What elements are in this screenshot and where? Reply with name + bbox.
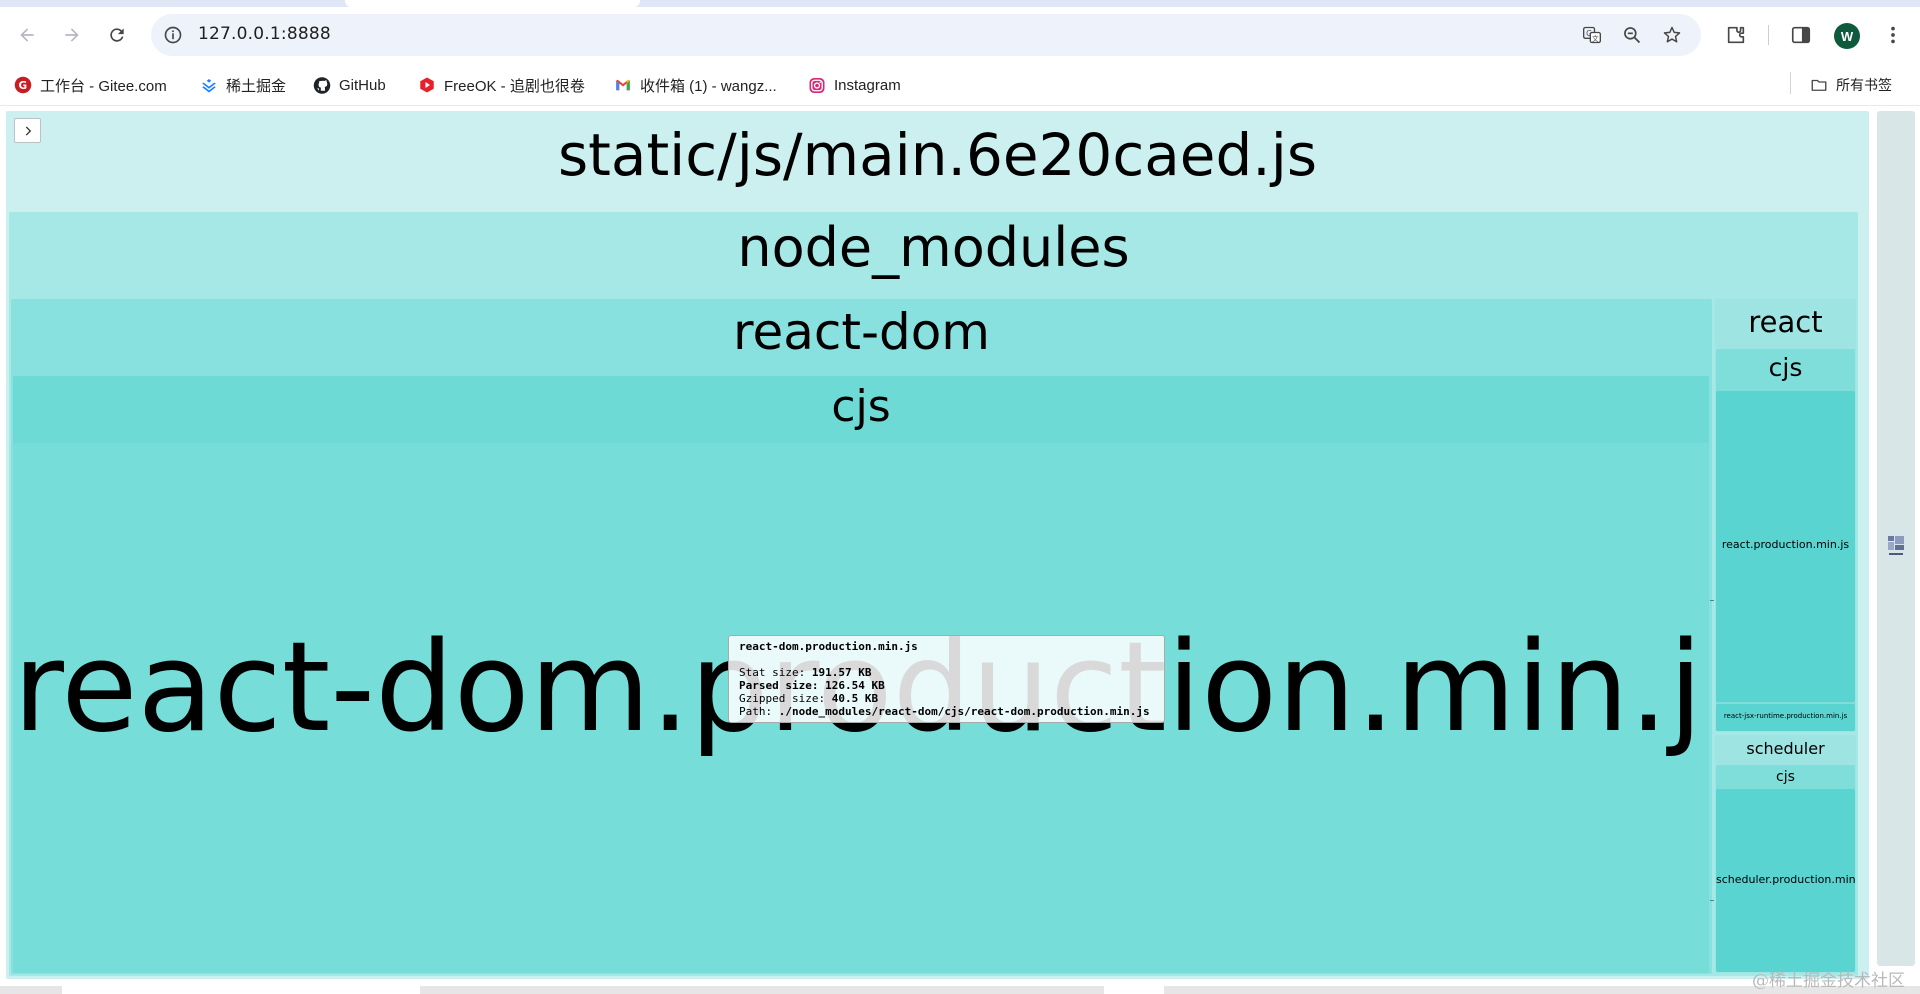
- bookmark-label: 工作台 - Gitee.com: [40, 77, 167, 95]
- bookmark-label: 收件箱 (1) - wangz...: [640, 77, 777, 95]
- url-text[interactable]: 127.0.0.1:8888: [198, 24, 331, 44]
- menu-button[interactable]: [1877, 19, 1909, 51]
- bookmark-gmail[interactable]: 收件箱 (1) - wangz...: [614, 72, 777, 98]
- chunk-label: static/js/main.6e20caed.js: [557, 121, 1318, 189]
- chevron-right-icon: [25, 125, 31, 136]
- profile-avatar[interactable]: W: [1834, 23, 1860, 49]
- translate-button[interactable]: G文: [1578, 21, 1606, 49]
- bookmark-juejin[interactable]: 稀土掘金: [200, 72, 286, 98]
- bookmark-label: Instagram: [834, 76, 901, 94]
- address-bar[interactable]: [151, 14, 1701, 56]
- bookmarks-bar: [0, 64, 1920, 106]
- back-button[interactable]: [9, 17, 45, 53]
- group-label: react-dom: [732, 303, 991, 361]
- svg-text:G: G: [19, 80, 28, 92]
- thumbnail-icon: [1886, 534, 1906, 560]
- tooltip-title: react-dom.production.min.js: [739, 640, 918, 653]
- arrow-left-icon: [20, 28, 34, 42]
- sidebar-toggle-button[interactable]: [14, 118, 41, 143]
- file-react-jsx-runtime[interactable]: react-jsx-runtime.production.min.js: [1716, 704, 1855, 731]
- group-label: cjs: [1776, 769, 1795, 785]
- bookmark-label: 稀土掘金: [226, 77, 287, 95]
- zoom-out-icon: [1624, 27, 1641, 44]
- bookmark-gitee[interactable]: G 工作台 - Gitee.com: [14, 72, 167, 98]
- extensions-button[interactable]: [1720, 19, 1752, 51]
- file-react-production[interactable]: react.production.min.js: [1716, 391, 1855, 702]
- group-label: cjs: [1768, 353, 1803, 382]
- bookmark-star-button[interactable]: [1658, 21, 1686, 49]
- more-vert-icon: [1891, 26, 1895, 44]
- juejin-icon: [200, 76, 218, 94]
- group-label: scheduler: [1746, 739, 1825, 758]
- tab-active[interactable]: [345, 0, 640, 7]
- bookmark-freeok[interactable]: FreeOK - 追剧也很卷: [418, 72, 585, 98]
- toolbar-divider: [1768, 25, 1769, 45]
- tooltip-stat-row: Stat size: 191.57 KB: [739, 666, 872, 679]
- arrow-right-icon: [65, 28, 79, 42]
- file-label: scheduler.production.min.js: [1716, 873, 1855, 886]
- group-label: react: [1748, 305, 1823, 339]
- watermark: @稀土掘金技术社区: [1752, 971, 1905, 991]
- bookmark-label: FreeOK - 追剧也很卷: [444, 77, 585, 95]
- site-info-icon[interactable]: [163, 25, 183, 45]
- gmail-icon: [614, 76, 632, 94]
- star-icon: [1663, 26, 1681, 43]
- zoom-button[interactable]: [1618, 21, 1646, 49]
- side-panel-icon: [1791, 26, 1811, 44]
- reload-button[interactable]: [99, 17, 135, 53]
- side-panel-button[interactable]: [1785, 19, 1817, 51]
- group-label: cjs: [831, 381, 891, 432]
- gitee-icon: G: [14, 76, 32, 94]
- reload-icon: [110, 28, 124, 42]
- bookmarks-divider: [1790, 72, 1791, 94]
- bookmark-label: GitHub: [339, 76, 386, 94]
- freeok-icon: [418, 76, 436, 94]
- bookmark-instagram[interactable]: Instagram: [808, 72, 901, 98]
- tiny-cell-marker: [1710, 900, 1714, 901]
- bookmark-github[interactable]: GitHub: [313, 72, 386, 98]
- treemap-tooltip: react-dom.production.min.js Stat size: 1…: [728, 635, 1165, 723]
- forward-button[interactable]: [54, 17, 90, 53]
- instagram-icon: [808, 76, 826, 94]
- all-bookmarks-label: 所有书签: [1836, 77, 1892, 93]
- tab-strip: [0, 0, 1920, 7]
- file-label: react.production.min.js: [1721, 538, 1850, 551]
- folder-icon: [1810, 76, 1828, 94]
- translate-icon: G文: [1583, 26, 1601, 44]
- tooltip-parsed-row: Parsed size: 126.54 KB: [739, 679, 885, 692]
- file-label: react-jsx-runtime.production.min.js: [1723, 712, 1848, 720]
- tooltip-path-row: Path: ./node_modules/react-dom/cjs/react…: [739, 705, 1150, 718]
- tiny-cell-marker: [1710, 600, 1714, 601]
- github-icon: [313, 76, 331, 94]
- all-bookmarks-button[interactable]: 所有书签: [1810, 72, 1892, 98]
- group-label: node_modules: [737, 216, 1130, 279]
- bottom-thumbnail: [1104, 986, 1164, 994]
- bottom-thumbnail: [62, 986, 420, 994]
- tooltip-gzip-row: Gzipped size: 40.5 KB: [739, 692, 879, 705]
- svg-text:文: 文: [1592, 34, 1599, 43]
- file-scheduler-production[interactable]: scheduler.production.min.js: [1716, 789, 1855, 972]
- puzzle-icon: [1727, 26, 1745, 44]
